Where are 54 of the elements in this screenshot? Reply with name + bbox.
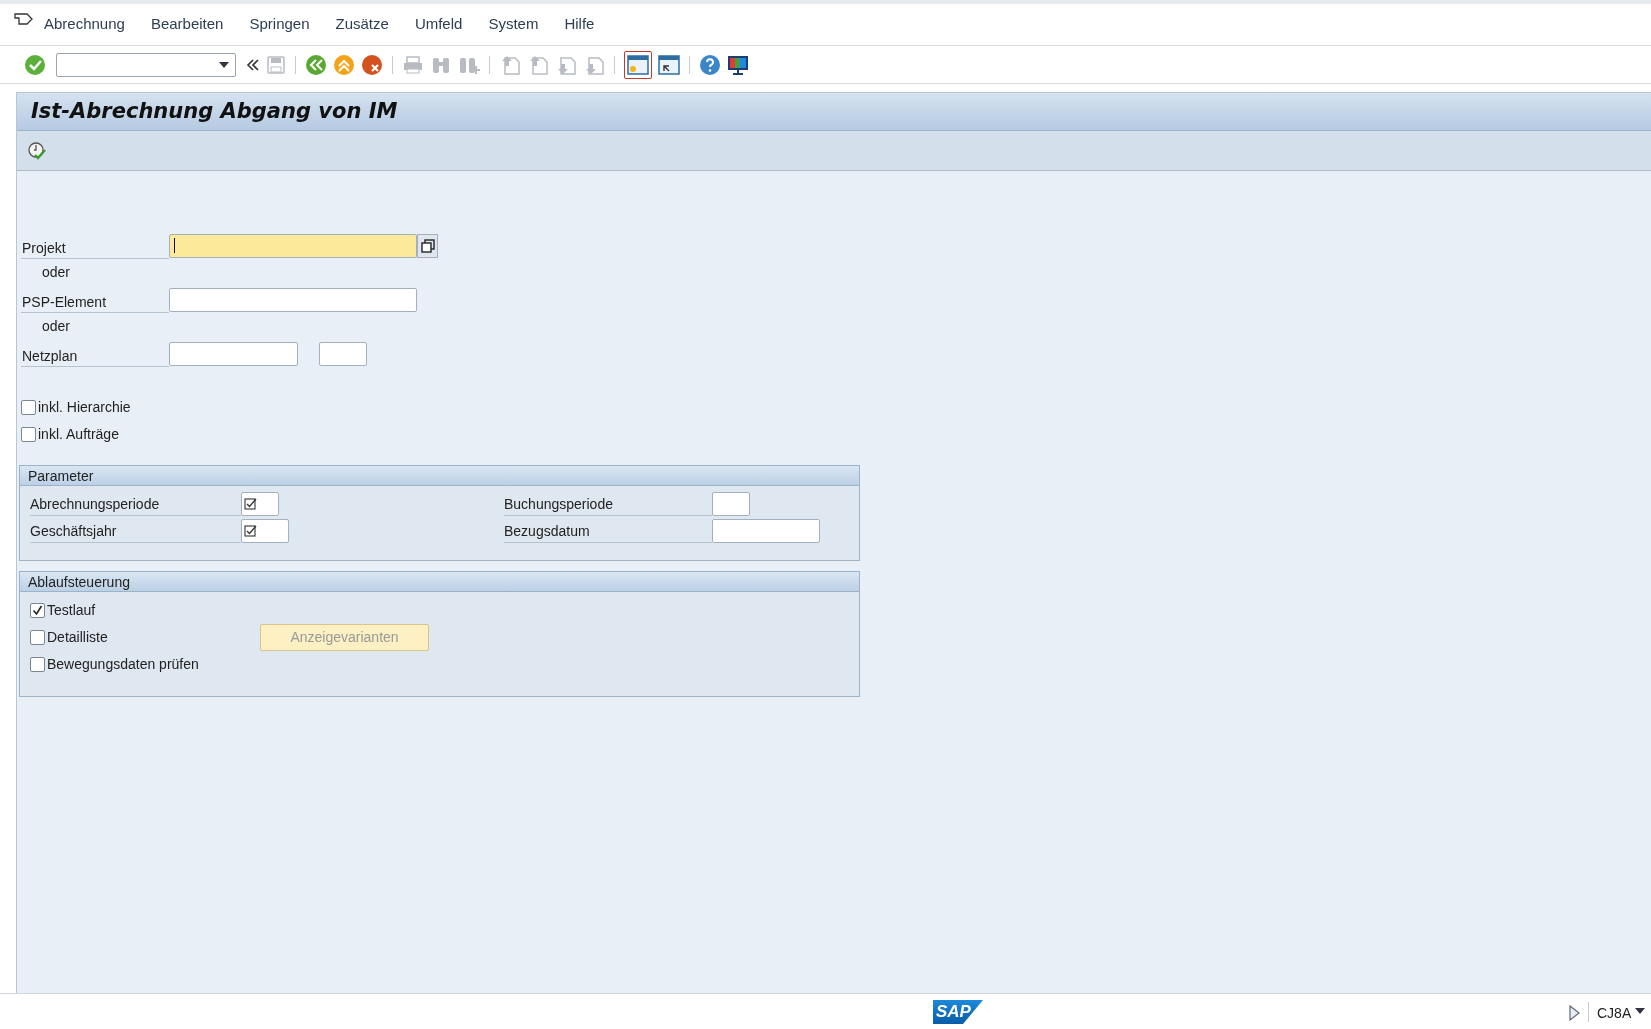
screen-title: Ist-Abrechnung Abgang von IM [31,97,398,125]
menu-item[interactable]: Bearbeiten [150,13,224,36]
menu-item[interactable]: Umfeld [414,13,463,36]
menu-icon[interactable] [14,11,34,28]
dropdown-caret-icon[interactable] [219,61,229,68]
menu-item[interactable]: System [488,13,539,36]
checkbox[interactable] [21,400,36,415]
input-field[interactable] [712,519,820,543]
transaction-code[interactable]: CJ8A [1597,1003,1632,1024]
confirm-icon[interactable] [24,53,46,76]
checkbox[interactable] [30,630,45,645]
separator-text: oder [41,317,71,336]
menu-item[interactable]: Hilfe [564,13,595,36]
collapse-icon[interactable] [246,57,260,72]
back-icon[interactable] [305,53,327,76]
menu-item[interactable]: Abrechnung [44,13,125,36]
dropdown-caret-icon[interactable] [1635,1008,1645,1014]
input-field[interactable] [169,233,417,258]
input-field[interactable] [241,492,279,516]
input-field[interactable] [712,492,750,516]
exit-icon[interactable] [333,53,355,76]
play-icon[interactable] [1568,1005,1580,1021]
checkbox-label: Bewegungsdaten prüfen [47,655,199,674]
checkbox[interactable] [30,657,45,672]
field-label: Abrechnungsperiode [30,493,241,516]
help-icon[interactable] [699,53,721,76]
checkbox-label: inkl. Aufträge [38,425,119,444]
shortcut-icon[interactable] [658,53,680,76]
menu-item[interactable]: Springen [249,13,310,36]
group-title: Parameter [20,466,859,486]
command-field[interactable] [56,52,236,77]
sap-logo: SAP [933,1000,983,1024]
checkbox-label: Testlauf [47,601,96,620]
checkbox-label: Detailliste [47,628,108,647]
input-field[interactable] [169,341,298,366]
menu-item[interactable]: Zusätze [335,13,389,36]
separator-text: oder [41,263,71,282]
input-field[interactable] [241,519,289,543]
checkbox[interactable] [30,603,45,618]
checkbox[interactable] [21,427,36,442]
layout-icon[interactable] [727,53,749,76]
value-help-button[interactable] [417,233,438,258]
new-session-icon[interactable] [627,53,649,76]
field-label: Bezugsdatum [504,520,712,543]
save-icon[interactable] [266,54,286,75]
execute-icon[interactable] [27,140,47,161]
print-icon[interactable] [402,53,424,76]
group-title: Ablaufsteuerung [20,572,859,592]
input-field[interactable] [319,341,367,366]
input-field[interactable] [169,287,417,312]
checkbox-label: inkl. Hierarchie [38,398,131,417]
field-label: Geschäftsjahr [30,520,241,543]
cancel-icon[interactable] [361,53,383,76]
field-label: Buchungsperiode [504,493,712,516]
